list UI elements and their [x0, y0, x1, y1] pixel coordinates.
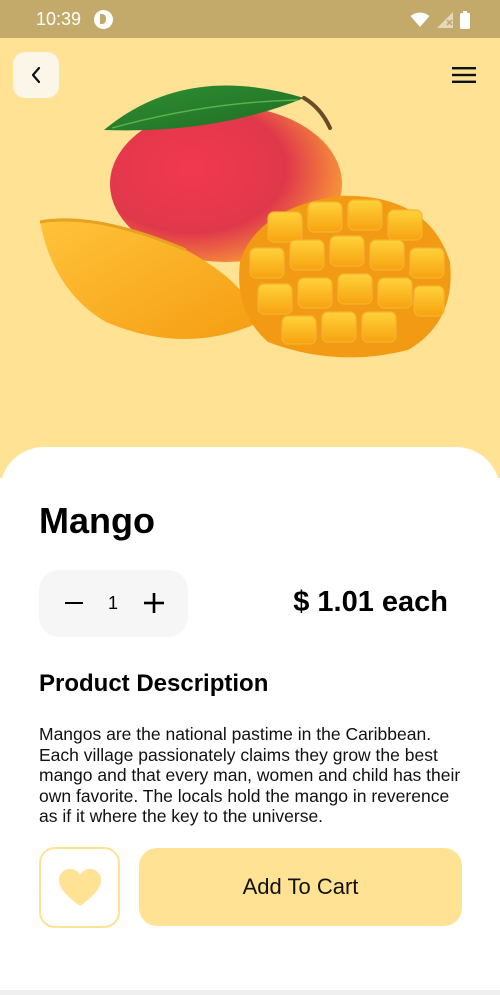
minus-icon: [65, 601, 83, 605]
quantity-value: 1: [107, 593, 118, 613]
status-icons: [410, 10, 470, 30]
wifi-icon: [410, 12, 430, 27]
quantity-stepper: 1: [39, 570, 188, 637]
product-price: $ 1.01 each: [293, 586, 448, 618]
battery-icon: [460, 11, 470, 29]
description-heading: Product Description: [39, 670, 269, 697]
product-title: Mango: [39, 500, 155, 541]
heart-icon: [58, 868, 101, 906]
description-text: Mangos are the national pastime in the C…: [39, 724, 461, 826]
status-time: 10:39: [36, 9, 82, 29]
favorite-button[interactable]: [39, 847, 120, 928]
add-to-cart-button[interactable]: Add To Cart: [139, 848, 462, 926]
increase-quantity-button[interactable]: [141, 590, 167, 616]
mango-image: [39, 85, 451, 358]
status-bar: 10:39: [0, 0, 500, 38]
signal-icon: [437, 12, 453, 28]
plus-icon: [144, 593, 164, 613]
decrease-quantity-button[interactable]: [61, 590, 87, 616]
bottom-divider: [0, 990, 500, 995]
app-notification-icon: [94, 10, 113, 29]
